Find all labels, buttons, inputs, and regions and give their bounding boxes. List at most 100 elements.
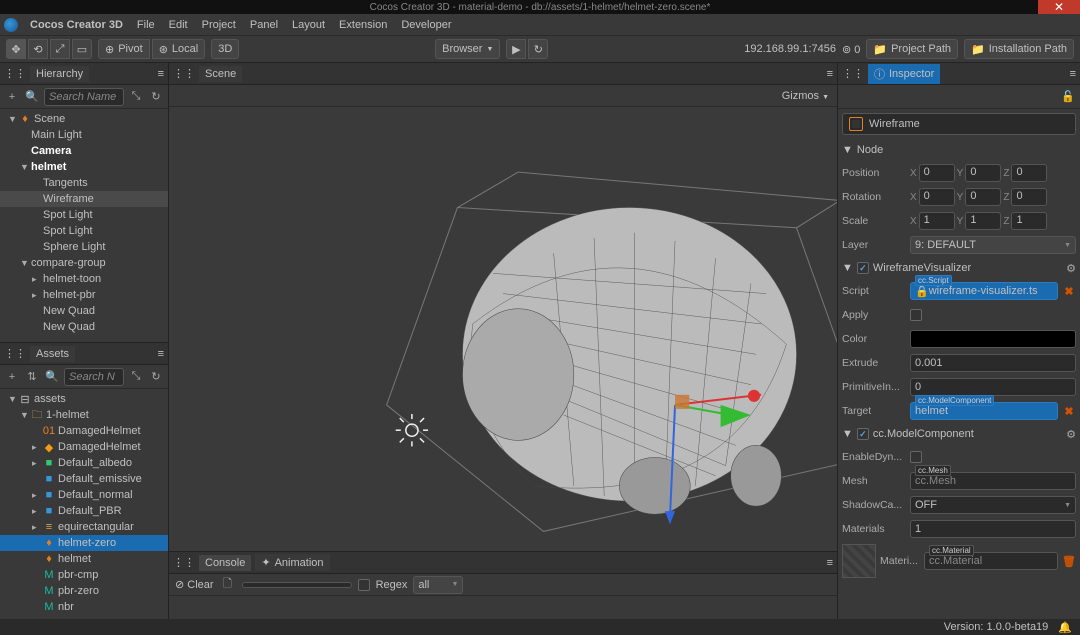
menu-extension[interactable]: Extension: [333, 17, 393, 33]
model-section[interactable]: ▼cc.ModelComponent⚙: [842, 425, 1076, 443]
menu-panel[interactable]: Panel: [244, 17, 284, 33]
bell-icon[interactable]: 🔔: [1058, 621, 1072, 634]
wireframe-section[interactable]: ▼WireframeVisualizer⚙: [842, 259, 1076, 277]
rotate-tool-icon[interactable]: ⟲: [28, 39, 48, 59]
play-button[interactable]: ▶: [506, 39, 526, 59]
hierarchy-item[interactable]: New Quad: [0, 303, 168, 319]
menu-file[interactable]: File: [131, 17, 161, 33]
scale-tool-icon[interactable]: ⤢: [50, 39, 70, 59]
reload-button[interactable]: ↻: [528, 39, 548, 59]
material-field[interactable]: cc.Materialcc.Material: [924, 552, 1058, 570]
asset-item[interactable]: ▼⊟assets: [0, 391, 168, 407]
menu-project[interactable]: Project: [196, 17, 242, 33]
sort-icon[interactable]: ⇅: [24, 369, 40, 385]
collapse-icon[interactable]: ⤡: [128, 369, 144, 385]
regex-checkbox[interactable]: [358, 579, 370, 591]
animation-tab[interactable]: ✦ Animation: [255, 554, 329, 571]
target-field[interactable]: cc.ModelComponenthelmet: [910, 402, 1058, 420]
panel-menu-icon[interactable]: ≡: [158, 348, 164, 360]
asset-item[interactable]: ♦helmet-zero: [0, 535, 168, 551]
hierarchy-item[interactable]: Camera: [0, 143, 168, 159]
refresh-icon[interactable]: ↻: [148, 369, 164, 385]
pos-x-input[interactable]: 0: [919, 164, 955, 182]
color-input[interactable]: [910, 330, 1076, 348]
gear-icon[interactable]: ⚙: [1066, 428, 1076, 441]
rect-tool-icon[interactable]: ▭: [72, 39, 92, 59]
clear-button[interactable]: ⊘ Clear: [175, 578, 214, 591]
asset-item[interactable]: ▸■Default_PBR: [0, 503, 168, 519]
search-icon[interactable]: 🔍: [24, 89, 40, 105]
hierarchy-item[interactable]: Wireframe: [0, 191, 168, 207]
asset-item[interactable]: Mnbr: [0, 599, 168, 615]
3d-button[interactable]: 3D: [211, 39, 239, 59]
console-filter-input[interactable]: [242, 582, 352, 588]
hierarchy-tab[interactable]: Hierarchy: [30, 66, 89, 82]
hierarchy-item[interactable]: ▸helmet-toon: [0, 271, 168, 287]
delete-icon[interactable]: 🗑: [1062, 555, 1076, 568]
file-icon[interactable]: 🗋: [220, 577, 236, 593]
asset-item[interactable]: ▼🗀1-helmet: [0, 407, 168, 423]
asset-item[interactable]: ▸◆DamagedHelmet: [0, 439, 168, 455]
move-tool-icon[interactable]: ✥: [6, 39, 26, 59]
asset-item[interactable]: Mpbr-zero: [0, 583, 168, 599]
asset-item[interactable]: Mpbr-cmp: [0, 567, 168, 583]
hierarchy-item[interactable]: Spot Light: [0, 223, 168, 239]
mesh-field[interactable]: cc.Meshcc.Mesh: [910, 472, 1076, 490]
close-button[interactable]: ✕: [1038, 0, 1080, 14]
rot-y-input[interactable]: 0: [965, 188, 1001, 206]
asset-item[interactable]: ▸■Default_albedo: [0, 455, 168, 471]
enabled-checkbox[interactable]: [849, 117, 863, 131]
add-node-icon[interactable]: +: [4, 89, 20, 105]
gear-icon[interactable]: ⚙: [1066, 262, 1076, 275]
menu-developer[interactable]: Developer: [395, 17, 457, 33]
pivot-button[interactable]: ⊕Pivot: [98, 39, 150, 59]
model-enabled-checkbox[interactable]: [857, 428, 869, 440]
scene-tab[interactable]: Scene: [199, 66, 242, 82]
layer-dropdown[interactable]: 9: DEFAULT: [910, 236, 1076, 254]
materials-count-input[interactable]: 1: [910, 520, 1076, 538]
hierarchy-item[interactable]: Spot Light: [0, 207, 168, 223]
asset-item[interactable]: ♦helmet: [0, 551, 168, 567]
refresh-icon[interactable]: ↻: [148, 89, 164, 105]
assets-tab[interactable]: Assets: [30, 346, 75, 362]
hierarchy-item[interactable]: New Quad: [0, 319, 168, 335]
node-name-field[interactable]: Wireframe: [842, 113, 1076, 135]
pos-y-input[interactable]: 0: [965, 164, 1001, 182]
extrude-input[interactable]: 0.001: [910, 354, 1076, 372]
primindex-input[interactable]: 0: [910, 378, 1076, 396]
pos-z-input[interactable]: 0: [1011, 164, 1047, 182]
shadow-dropdown[interactable]: OFF: [910, 496, 1076, 514]
panel-menu-icon[interactable]: ≡: [827, 557, 833, 569]
scale-x-input[interactable]: 1: [919, 212, 955, 230]
rot-x-input[interactable]: 0: [919, 188, 955, 206]
scale-y-input[interactable]: 1: [965, 212, 1001, 230]
delete-icon[interactable]: ✖: [1062, 285, 1076, 298]
install-path-button[interactable]: 📁Installation Path: [964, 39, 1074, 59]
gizmos-dropdown[interactable]: Gizmos ▼: [782, 90, 829, 102]
assets-search-input[interactable]: Search N: [64, 368, 124, 386]
asset-item[interactable]: 01DamagedHelmet: [0, 423, 168, 439]
project-path-button[interactable]: 📁Project Path: [866, 39, 958, 59]
lock-icon[interactable]: 🔓: [1060, 89, 1076, 105]
hierarchy-item[interactable]: Tangents: [0, 175, 168, 191]
enabledyn-checkbox[interactable]: [910, 451, 922, 463]
menu-edit[interactable]: Edit: [163, 17, 194, 33]
rot-z-input[interactable]: 0: [1011, 188, 1047, 206]
wireframe-enabled-checkbox[interactable]: [857, 262, 869, 274]
console-level-dropdown[interactable]: all: [413, 576, 463, 594]
menu-layout[interactable]: Layout: [286, 17, 331, 33]
scene-viewport[interactable]: [169, 107, 837, 551]
search-icon[interactable]: 🔍: [44, 369, 60, 385]
panel-menu-icon[interactable]: ≡: [158, 68, 164, 80]
browser-dropdown[interactable]: Browser▼: [435, 39, 500, 59]
delete-icon[interactable]: ✖: [1062, 405, 1076, 418]
console-tab[interactable]: Console: [199, 555, 251, 571]
apply-checkbox[interactable]: [910, 309, 922, 321]
panel-menu-icon[interactable]: ≡: [827, 68, 833, 80]
asset-item[interactable]: ▸■Default_normal: [0, 487, 168, 503]
hierarchy-item[interactable]: Main Light: [0, 127, 168, 143]
hierarchy-item[interactable]: ▼compare-group: [0, 255, 168, 271]
add-asset-icon[interactable]: +: [4, 369, 20, 385]
script-field[interactable]: cc.Script🔒wireframe-visualizer.ts: [910, 282, 1058, 300]
local-button[interactable]: ⊛Local: [152, 39, 206, 59]
